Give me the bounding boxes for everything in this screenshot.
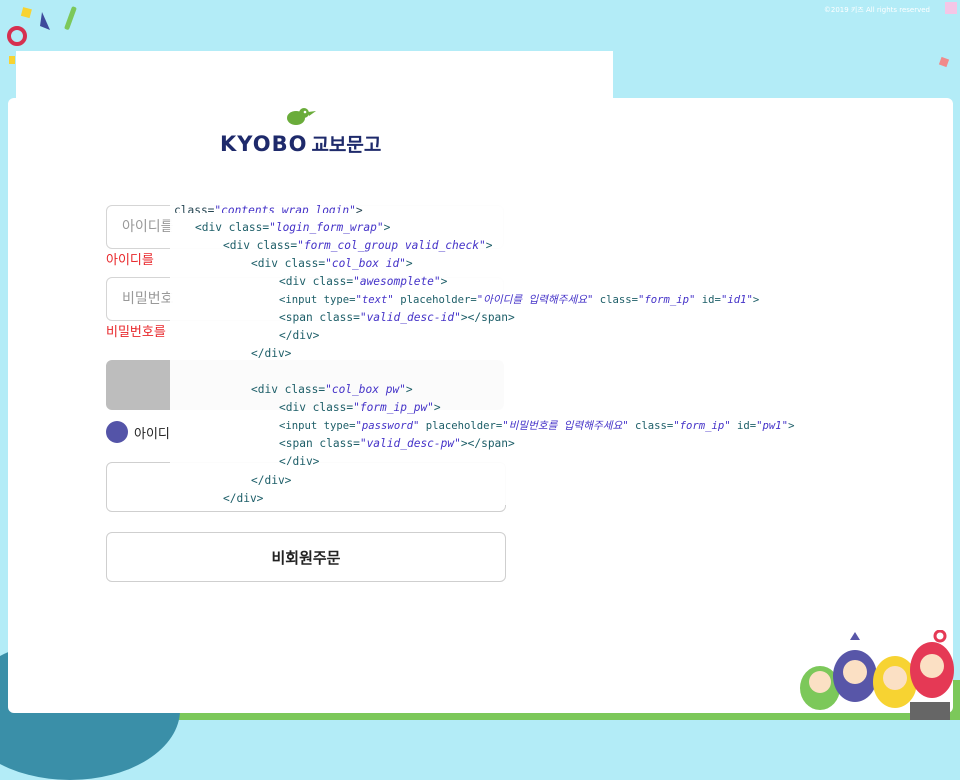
code-line: <div class="form_ip_pw"> bbox=[279, 401, 441, 414]
corner-badge-icon bbox=[945, 2, 957, 14]
code-line: <input type="password" placeholder="비밀번호… bbox=[279, 420, 795, 432]
code-line: class="contents_wrap_login"> bbox=[174, 204, 363, 213]
copyright-text: ©2019 키즈 All rights reserved bbox=[823, 6, 930, 14]
guest-order-button[interactable]: 비회원주문 bbox=[106, 532, 506, 582]
mascot-characters-illustration bbox=[800, 630, 954, 720]
save-id-label: 아이디 bbox=[134, 426, 170, 442]
logo-brand-kr: 교보문고 bbox=[311, 134, 382, 156]
logo-text: KYOBO 교보문고 bbox=[220, 130, 381, 157]
code-line: </div> bbox=[279, 329, 320, 342]
code-line: <div class="form_col_group valid_check"> bbox=[223, 239, 493, 252]
save-id-toggle[interactable]: 아이디 bbox=[106, 421, 170, 443]
code-line: <span class="valid_desc-pw"></span> bbox=[279, 437, 515, 450]
logo-brand-en: KYOBO bbox=[220, 132, 308, 156]
password-error-message: 비밀번호를 bbox=[106, 325, 166, 340]
devtools-source-overlay-tail: </div> </div> bbox=[170, 465, 506, 505]
code-line: <div class="col_box id"> bbox=[251, 257, 413, 270]
save-id-radio-icon[interactable] bbox=[106, 421, 128, 443]
decorative-confetti bbox=[938, 56, 950, 68]
id-error-message: 아이디를 bbox=[106, 253, 154, 268]
guest-order-label: 비회원주문 bbox=[271, 548, 341, 567]
code-line: <div class="login_form_wrap"> bbox=[195, 221, 391, 234]
code-line: </div> bbox=[251, 347, 292, 360]
code-line: </div> bbox=[223, 492, 264, 505]
code-line: <div class="col_box pw"> bbox=[251, 383, 413, 396]
code-line: </div> bbox=[251, 474, 292, 487]
bird-logo-icon bbox=[287, 108, 316, 125]
code-line: <div class="awesomplete"> bbox=[279, 275, 448, 288]
devtools-source-overlay: class="contents_wrap_login"> <div class=… bbox=[170, 199, 794, 468]
code-line: <input type="text" placeholder="아이디를 입력해… bbox=[279, 294, 760, 306]
code-line: <span class="valid_desc-id"></span> bbox=[279, 311, 515, 324]
